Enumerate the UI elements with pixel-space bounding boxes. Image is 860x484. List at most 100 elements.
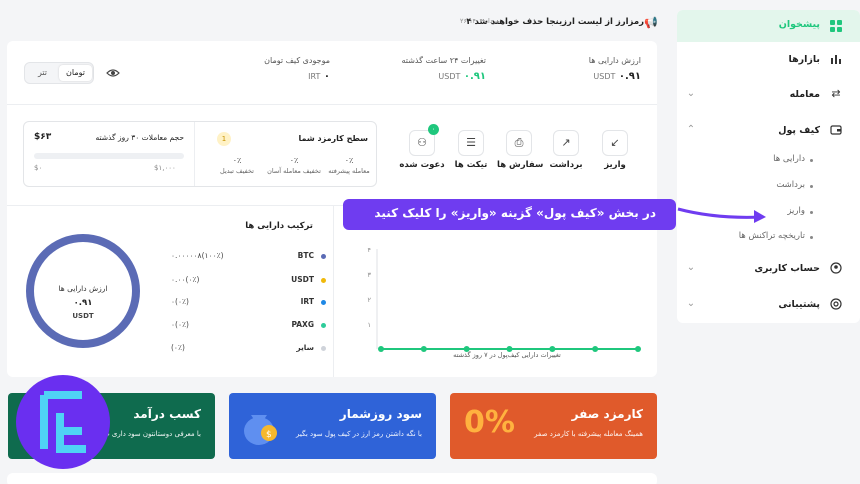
chart-data-point — [420, 346, 427, 352]
legend-asset-name: BTC — [297, 251, 314, 260]
volume-title: حجم معاملات ۳۰ روز گذشته — [95, 133, 185, 142]
legend-item: سایر (۰٪) — [171, 343, 326, 355]
divider — [7, 104, 657, 105]
tickets-button[interactable]: ☰ — [458, 130, 486, 158]
markets-chart-icon — [830, 53, 842, 65]
zero-percent-icon: 0% — [464, 405, 515, 440]
tutorial-callout: در بخش «کیف پول» گزینه «واریز» را کلیک ک… — [343, 199, 676, 230]
wallet-icon — [830, 124, 842, 136]
fee-easy-label: تخفیف معامله آسان — [267, 167, 321, 175]
orders-icon: ⎙ — [506, 130, 532, 156]
legend-asset-name: سایر — [296, 343, 314, 352]
megaphone-icon: 📢 — [644, 16, 658, 29]
toman-balance-value: IRT ۰ — [308, 71, 330, 82]
invited-label: دعوت شده — [399, 160, 445, 170]
fee-convert: ۰٪ تخفیف تبدیل — [212, 156, 262, 175]
banner-daily-profit[interactable]: $ سود روزشمار با نگه داشتن رمز ارز در کی… — [229, 393, 436, 459]
sidebar-item-trade[interactable]: ⌄ ⇄ معامله — [677, 85, 860, 105]
change-24h-value: USDT ۰.۹۱ — [438, 71, 486, 82]
ticket-icon: ☰ — [458, 130, 484, 156]
change-number: ۰.۹۱ — [463, 71, 486, 82]
sidebar-item-label: کیف پول — [778, 125, 820, 136]
announcement-bar[interactable]: 📢 ۴ رمزارز از لیست ارزینجا حذف خواهند شد… — [460, 16, 658, 31]
sidebar-subitem-assets[interactable]: دارایی ها — [677, 152, 860, 168]
composition-title: ترکیب دارایی ها — [245, 221, 313, 231]
sidebar-subitem-withdraw[interactable]: برداشت — [677, 178, 860, 194]
announcement-date: ۲۶ مرداد ۱۴۰۴ — [460, 17, 500, 25]
invited-count-badge: ۰ — [428, 124, 439, 135]
sidebar-item-wallet[interactable]: ⌃ کیف پول — [677, 121, 860, 141]
fee-convert-label: تخفیف تبدیل — [220, 167, 254, 175]
toman-balance-title: موجودی کیف تومان — [264, 56, 330, 65]
banner-zero-fee[interactable]: 0% کارمزد صفر همینگ معامله پیشرفته با کا… — [450, 393, 657, 459]
change-unit: USDT — [438, 72, 461, 81]
sidebar: پیشخوان بازارها ⌄ ⇄ معامله ⌃ کیف پول دار… — [677, 10, 860, 323]
currency-toggle[interactable]: تومان تتر — [24, 62, 94, 84]
banner-title: کسب درآمد — [133, 407, 201, 421]
sidebar-subitem-label: دارایی ها — [773, 154, 805, 164]
withdraw-label: برداشت — [549, 160, 583, 170]
sidebar-item-label: معامله — [789, 89, 820, 100]
sidebar-item-dashboard[interactable]: پیشخوان — [677, 10, 860, 42]
dashboard-icon — [830, 20, 842, 32]
fee-level-title: سطح کارمزد شما — [298, 134, 368, 143]
orders-button[interactable]: ⎙ — [506, 130, 534, 158]
money-bag-icon: $ — [239, 401, 281, 450]
volume-progress-bar — [34, 153, 184, 159]
exchange-arrows-icon: ⇄ — [831, 87, 841, 100]
sidebar-subitem-label: تاریخچه تراکنش ها — [738, 231, 805, 241]
deposit-label: واریز — [604, 160, 626, 170]
assets-number: ۰.۹۱ — [618, 71, 641, 82]
legend-color-swatch — [321, 254, 326, 259]
fee-easy-pct: ۰٪ — [289, 156, 299, 165]
chart-data-point — [378, 346, 384, 352]
change-24h-title: تغییرات ۲۴ ساعت گذشته — [401, 56, 487, 65]
assets-value: USDT ۰.۹۱ — [593, 71, 641, 82]
fee-level-box: سطح کارمزد شما 1 ۰٪ معامله پیشرفته ۰٪ تخ… — [23, 121, 377, 187]
sidebar-subitem-transactions[interactable]: تاریخچه تراکنش ها — [677, 229, 860, 245]
legend-item: PAXG ۰(۰٪) — [171, 320, 326, 332]
chart-x-label: تغییرات دارایی کیف‌پول در ۷ روز گذشته — [453, 351, 561, 359]
chart-y-tick-label: ۲ — [368, 296, 372, 304]
sidebar-item-account[interactable]: ⌄ حساب کاربری — [677, 259, 860, 279]
deposit-button[interactable]: ↙ — [602, 130, 630, 158]
donut-title: ارزش دارایی ها — [58, 284, 108, 293]
legend-asset-value: ۰.۰۰۰۰۰۸(۱۰۰٪) — [171, 251, 224, 260]
legend-asset-name: USDT — [291, 275, 314, 284]
banner-subtitle: همینگ معامله پیشرفته با کارمزد صفر — [534, 430, 643, 438]
orders-label: سفارش ها — [497, 160, 544, 170]
sidebar-item-label: پشتیبانی — [778, 299, 820, 310]
chart-y-tick-label: ۳ — [368, 271, 372, 279]
assets-value-title: ارزش دارایی ها — [588, 56, 641, 65]
eye-icon[interactable] — [106, 66, 120, 80]
legend-color-swatch — [321, 323, 326, 328]
legend-item: USDT ۰.۰۰(۰٪) — [171, 275, 326, 287]
brand-logo-icon — [16, 375, 110, 469]
legend-color-swatch — [321, 346, 326, 351]
fee-convert-pct: ۰٪ — [232, 156, 242, 165]
banner-title: کارمزد صفر — [571, 407, 643, 421]
fee-advanced: ۰٪ معامله پیشرفته — [324, 156, 374, 175]
volume-bar-min: $۰ — [34, 164, 43, 172]
volume-value: $۶۳ — [34, 132, 52, 142]
divider — [194, 122, 195, 186]
sidebar-item-markets[interactable]: بازارها — [677, 50, 860, 70]
fee-easy: ۰٪ تخفیف معامله آسان — [264, 156, 324, 175]
legend-asset-value: ۰(۰٪) — [171, 297, 189, 306]
sidebar-item-label: بازارها — [788, 54, 820, 65]
sidebar-item-label: پیشخوان — [778, 19, 820, 30]
sidebar-item-label: حساب کاربری — [754, 263, 820, 274]
bottom-card — [7, 473, 657, 484]
toggle-tether[interactable]: تتر — [26, 65, 59, 81]
legend-asset-value: (۰٪) — [171, 343, 185, 352]
sidebar-item-support[interactable]: ⌄ پشتیبانی — [677, 295, 860, 315]
bullet-icon — [810, 159, 813, 162]
legend-color-swatch — [321, 278, 326, 283]
sidebar-subitem-label: برداشت — [776, 180, 805, 190]
withdraw-button[interactable]: ↗ — [553, 130, 581, 158]
toggle-toman[interactable]: تومان — [59, 65, 92, 81]
svg-text:$: $ — [266, 430, 272, 440]
legend-asset-value: ۰.۰۰(۰٪) — [171, 275, 200, 284]
banner-title: سود روزشمار — [339, 407, 422, 421]
user-account-icon — [830, 262, 842, 274]
